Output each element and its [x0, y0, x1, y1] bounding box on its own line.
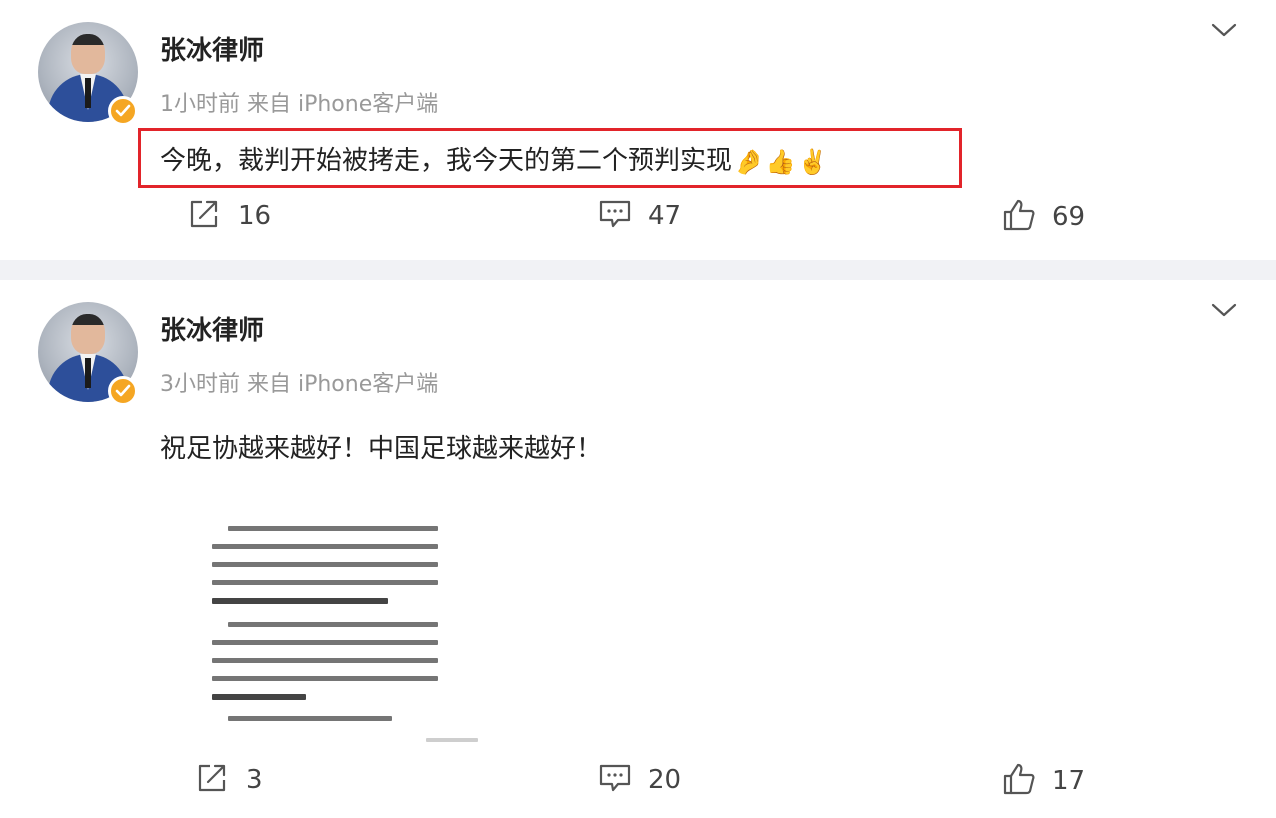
comment-count: 20	[648, 765, 682, 795]
thumbs-up-icon	[1002, 198, 1036, 236]
image-text-line	[228, 622, 438, 627]
post-actions: 3 20 17	[0, 762, 1276, 802]
repost-count: 3	[246, 765, 263, 795]
image-text-line	[212, 676, 438, 681]
comment-button[interactable]: 20	[598, 762, 681, 798]
post-text: 祝足协越来越好！中国足球越来越好！	[160, 434, 603, 464]
post-meta: 3小时前 来自 iPhone客户端	[160, 372, 439, 397]
image-text-line	[212, 562, 438, 567]
image-text-line	[212, 598, 388, 604]
repost-icon	[196, 762, 230, 798]
weibo-post: 张冰律师 3小时前 来自 iPhone客户端 祝足协越来越好！中国足球越来越好！…	[0, 280, 1276, 818]
image-text-line	[212, 544, 438, 549]
post-text: 今晚，裁判开始被拷走，我今天的第二个预判实现🤌👍✌️	[160, 140, 828, 177]
repost-icon	[188, 198, 222, 234]
like-button[interactable]: 69	[1002, 198, 1085, 236]
post-actions: 16 47 69	[0, 198, 1276, 238]
avatar-tie	[85, 358, 91, 388]
post-text-body: 今晚，裁判开始被拷走，我今天的第二个预判实现	[160, 146, 733, 176]
avatar-head	[71, 34, 105, 74]
author-name[interactable]: 张冰律师	[160, 30, 264, 67]
victory-hand-emoji: ✌️	[797, 147, 828, 176]
avatar-head	[71, 314, 105, 354]
comment-icon	[598, 762, 632, 798]
image-text-line	[212, 658, 438, 663]
thumbs-up-emoji: 👍	[765, 147, 796, 176]
pinched-fingers-emoji: 🤌	[734, 147, 764, 176]
verified-badge-icon	[108, 96, 138, 126]
like-count: 17	[1052, 766, 1086, 796]
like-button[interactable]: 17	[1002, 762, 1085, 800]
image-text-line	[212, 580, 438, 585]
image-watermark	[426, 738, 478, 742]
weibo-post: 张冰律师 1小时前 来自 iPhone客户端 今晚，裁判开始被拷走，我今天的第二…	[0, 0, 1276, 260]
comment-count: 47	[648, 201, 682, 231]
image-text-line	[212, 694, 306, 700]
author-name[interactable]: 张冰律师	[160, 310, 264, 347]
verified-badge-icon	[108, 376, 138, 406]
image-text-line	[228, 526, 438, 531]
chevron-down-icon[interactable]	[1210, 300, 1238, 320]
comment-button[interactable]: 47	[598, 198, 681, 234]
image-text-line	[228, 716, 392, 721]
repost-button[interactable]: 16	[188, 198, 271, 234]
repost-button[interactable]: 3	[196, 762, 263, 798]
thumbs-up-icon	[1002, 762, 1036, 800]
avatar-tie	[85, 78, 91, 108]
chevron-down-icon[interactable]	[1210, 20, 1238, 40]
post-image[interactable]	[190, 508, 490, 748]
like-count: 69	[1052, 202, 1086, 232]
repost-count: 16	[238, 201, 272, 231]
post-meta: 1小时前 来自 iPhone客户端	[160, 92, 439, 117]
comment-icon	[598, 198, 632, 234]
image-text-line	[212, 640, 438, 645]
